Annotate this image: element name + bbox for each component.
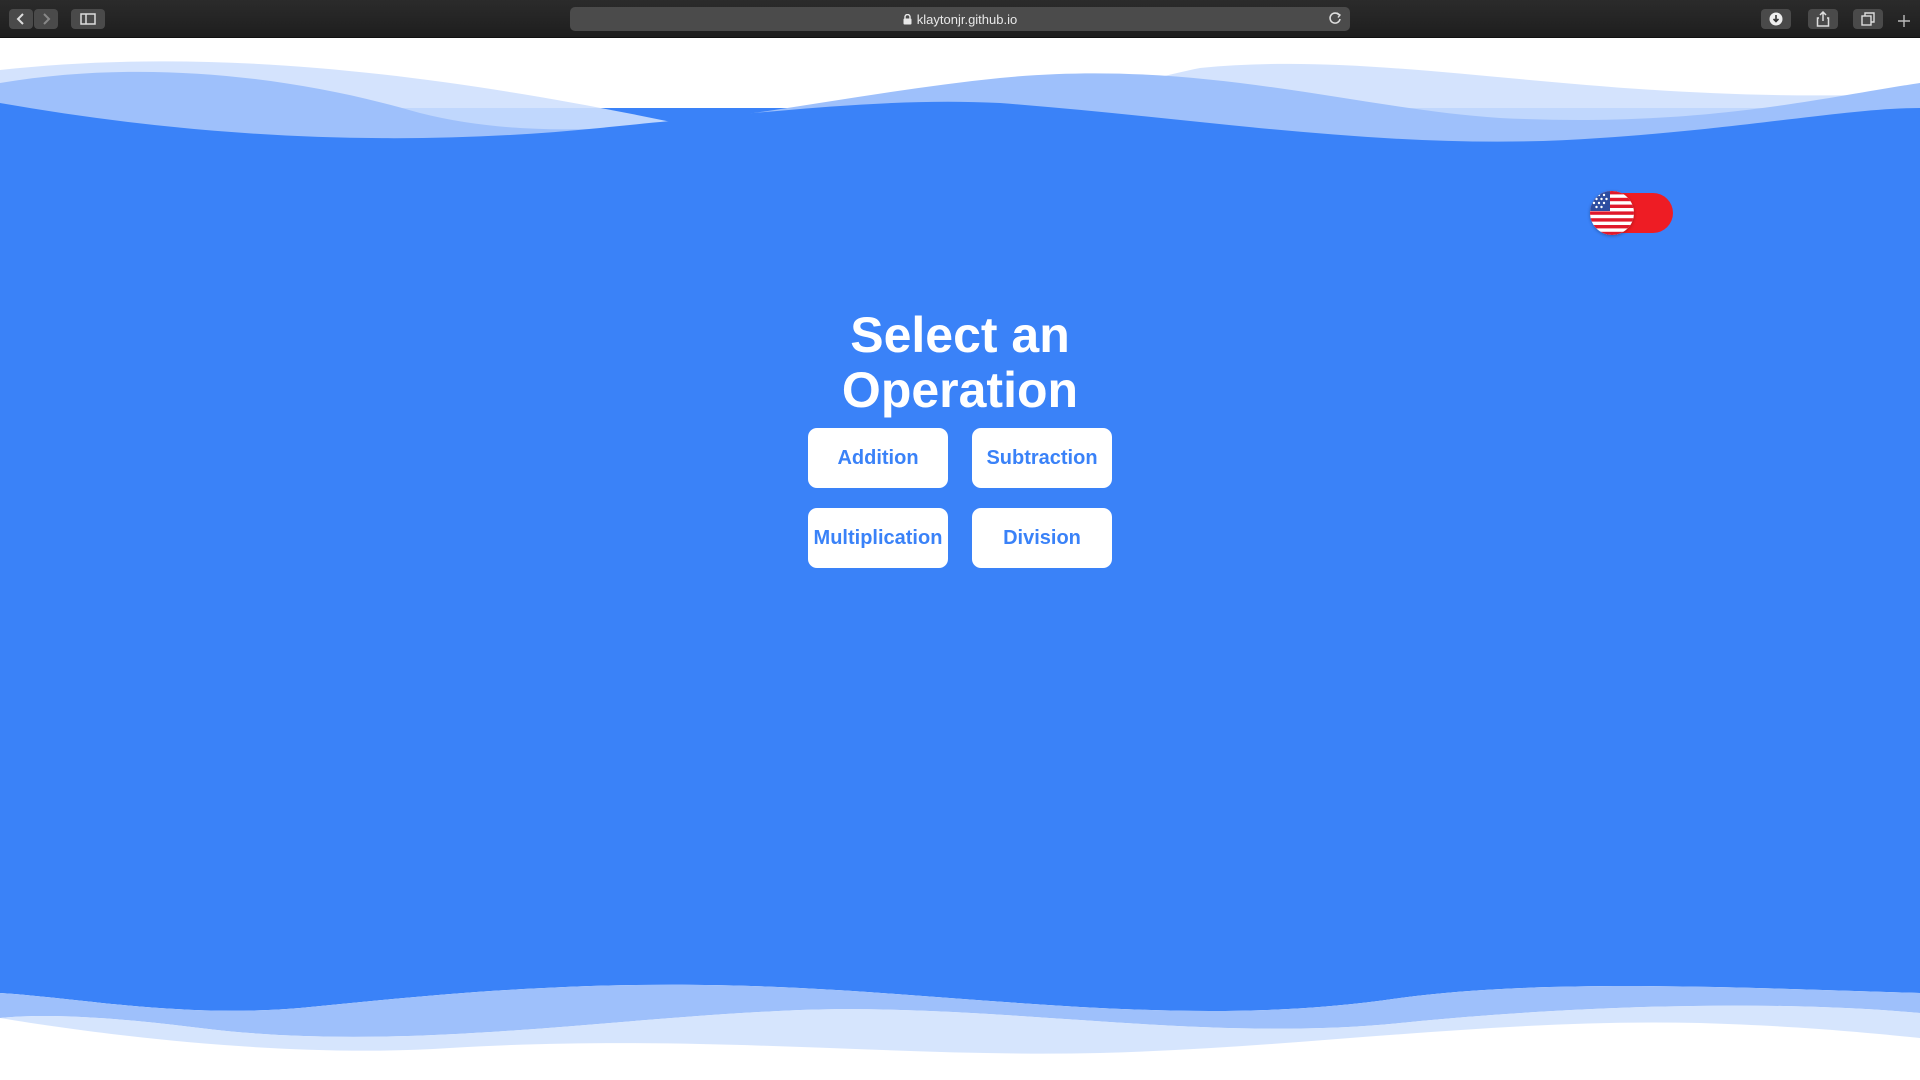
lock-icon	[903, 13, 912, 25]
top-wave-decoration	[0, 61, 1920, 158]
url-text: klaytonjr.github.io	[916, 11, 1018, 27]
share-icon	[1816, 11, 1830, 27]
address-bar[interactable]: klaytonjr.github.io	[570, 7, 1350, 31]
subtraction-button[interactable]: Subtraction	[972, 428, 1112, 488]
forward-icon	[43, 13, 51, 25]
background-band	[0, 108, 1920, 1038]
tabs-icon	[1861, 12, 1875, 26]
division-button[interactable]: Division	[972, 508, 1112, 568]
new-tab-icon[interactable]	[1897, 14, 1911, 33]
page-viewport: Select an Operation Addition Subtraction…	[0, 38, 1920, 1080]
browser-toolbar: klaytonjr.github.io	[0, 0, 1920, 38]
reload-icon[interactable]	[1328, 11, 1342, 28]
title-line-2: Operation	[841, 362, 1079, 418]
multiplication-button[interactable]: Multiplication	[808, 508, 948, 568]
sidebar-icon	[80, 13, 96, 25]
page-title: Select an Operation	[0, 308, 1920, 418]
download-icon	[1769, 12, 1783, 26]
us-flag-icon	[1590, 191, 1634, 235]
sidebar-button[interactable]	[71, 9, 105, 29]
forward-button[interactable]	[34, 9, 58, 29]
tabs-button[interactable]	[1853, 9, 1883, 29]
language-toggle[interactable]	[1590, 191, 1673, 235]
back-icon	[16, 13, 24, 25]
title-line-1: Select an	[850, 307, 1070, 363]
share-button[interactable]	[1808, 9, 1838, 29]
bottom-wave-decoration	[0, 938, 1920, 1080]
back-button[interactable]	[9, 9, 33, 29]
download-button[interactable]	[1761, 9, 1791, 29]
addition-button[interactable]: Addition	[808, 428, 948, 488]
